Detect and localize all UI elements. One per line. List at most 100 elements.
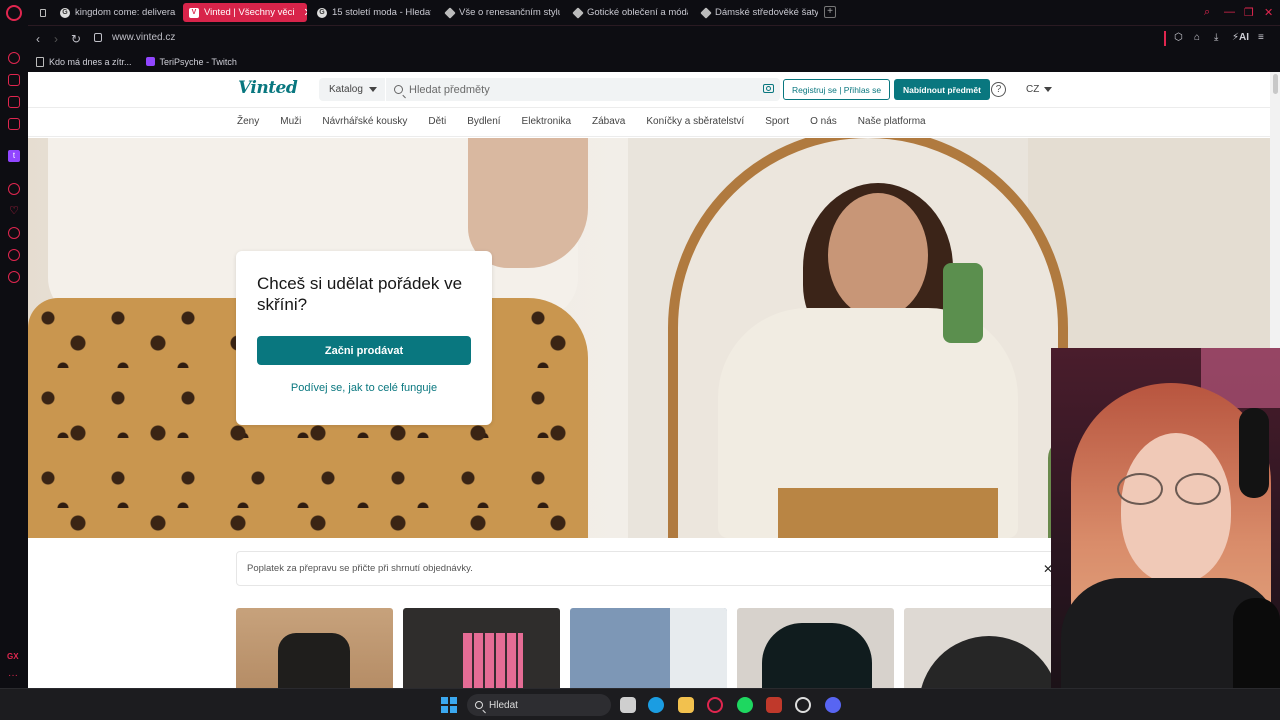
tab-kingdom-come[interactable]: G kingdom come: deliveranc [54,3,176,22]
page-icon [36,56,44,67]
start-selling-button[interactable]: Začni prodávat [257,336,471,365]
workspace-icon[interactable] [34,3,52,22]
tab-title: Gotické oblečení a móda a [587,7,688,18]
gx-label: GX [7,652,19,661]
nav-bydleni[interactable]: Bydlení [467,116,500,127]
twitch-icon[interactable]: t [8,150,20,162]
menu-icon[interactable]: ≡ [1258,32,1264,43]
task-view-icon[interactable] [620,697,636,713]
bookmark-kdo-ma-dnes[interactable]: Kdo má dnes a zítr... [36,56,132,67]
item-card[interactable] [236,608,393,688]
news-icon[interactable] [8,118,20,130]
forward-icon[interactable]: › [54,32,58,46]
obs-icon[interactable] [795,697,811,713]
nav-designer[interactable]: Návrhářské kousky [322,116,407,127]
opera-gx-icon[interactable] [707,697,723,713]
nav-sport[interactable]: Sport [765,116,789,127]
lock-icon [94,33,102,42]
site-icon [572,6,584,19]
taskbar: Hledat [0,688,1280,720]
search-icon [475,701,483,709]
download-icon[interactable]: ⤓ [1214,32,1218,43]
messenger-icon[interactable] [8,249,20,261]
hero-face [828,193,928,318]
tab-title: Vinted | Všechny věci [204,7,295,18]
player-icon[interactable] [8,183,20,195]
tab-damske-saty[interactable]: Dámské středověké šaty - [696,3,818,22]
scrollbar-thumb[interactable] [1273,74,1278,94]
close-window-icon[interactable]: ✕ [1264,6,1273,19]
nav-muzi[interactable]: Muži [280,116,301,127]
help-icon[interactable]: ? [991,82,1006,97]
minimize-icon[interactable]: — [1224,6,1235,18]
item-card[interactable] [737,608,894,688]
nav-konicky[interactable]: Koníčky a sběratelství [646,116,744,127]
nav-elektronika[interactable]: Elektronika [522,116,571,127]
tab-goticke[interactable]: Gotické oblečení a móda a [568,3,688,22]
sell-item-button[interactable]: Nabídnout předmět [894,79,990,100]
maximize-icon[interactable]: ❐ [1244,6,1254,19]
new-tab-button[interactable]: + [824,6,836,18]
reload-icon[interactable]: ↻ [71,32,81,46]
taskbar-search[interactable]: Hledat [467,694,611,716]
bookmarks-bar: Kdo má dnes a zítr... TeriPsyche - Twitc… [28,51,1280,72]
hero-title: Chceš si udělat pořádek ve skříni? [257,274,463,314]
tab-vinted[interactable]: V Vinted | Všechny věci ✕ [183,3,307,22]
tab-15-stoleti[interactable]: G 15 století moda - Hledat G [311,3,431,22]
bag-icon[interactable] [8,74,20,86]
history-icon[interactable] [8,227,20,239]
back-icon[interactable]: ‹ [36,32,40,46]
heart-icon[interactable]: ♡ [8,205,20,217]
voicemeeter-icon[interactable] [766,697,782,713]
register-login-button[interactable]: Registruj se | Přihlas se [783,79,891,100]
extensions-icon[interactable]: ⬡ [1174,32,1183,43]
gx-control-icon[interactable] [8,52,20,64]
discord-icon[interactable] [825,697,841,713]
vinted-logo[interactable]: Vinted [238,78,298,98]
tab-title: 15 století moda - Hledat G [332,7,431,18]
edge-icon[interactable] [648,697,664,713]
ai-button[interactable]: ⚡AI [1232,32,1249,43]
nav-nase-platforma[interactable]: Naše platforma [858,116,926,127]
accent-divider [1164,31,1166,46]
close-tab-icon[interactable]: ✕ [303,6,307,19]
more-dots-icon[interactable]: ··· [8,670,18,681]
hero-phone [943,263,983,343]
nav-deti[interactable]: Děti [428,116,446,127]
chevron-down-icon [1044,87,1053,92]
item-card[interactable] [403,608,560,688]
nav-o-nas[interactable]: O nás [810,116,837,127]
camera-icon[interactable] [763,84,774,93]
site-icon [444,6,456,19]
vinted-icon: V [189,7,199,18]
language-selector[interactable]: CZ [1026,84,1053,95]
site-icon [700,6,712,19]
spotify-icon[interactable] [737,697,753,713]
opera-logo-icon[interactable] [6,5,22,21]
windows-start-icon[interactable] [441,697,457,713]
search-input[interactable] [409,83,739,96]
folder-icon[interactable] [678,697,694,713]
address-bar: ‹ › ↻ www.vinted.cz ⬡ ⌂ ⤓ ⚡AI ≡ [28,25,1280,51]
url-field[interactable]: www.vinted.cz [112,32,175,43]
item-grid [236,608,1061,688]
tab-title: kingdom come: deliveranc [75,7,176,18]
tab-title: Dámské středověké šaty - [715,7,818,18]
gx-sidebar: t ♡ GX ··· [0,0,28,688]
settings-icon[interactable] [8,271,20,283]
google-icon: G [317,7,327,18]
catalog-dropdown[interactable]: Katalog [319,78,385,101]
search-tabs-icon[interactable]: ⌕ [1204,6,1210,19]
how-it-works-link[interactable]: Podívej se, jak to celé funguje [257,382,471,394]
account-icon[interactable]: ⌂ [1194,32,1200,43]
shipping-notice: Poplatek za přepravu se přičte při shrnu… [236,551,1056,586]
search-bar [386,78,780,101]
item-card[interactable] [904,608,1061,688]
nav-zabava[interactable]: Zábava [592,116,625,127]
gx-corner-icon[interactable] [8,96,20,108]
bookmark-teripsyche[interactable]: TeriPsyche - Twitch [145,57,237,67]
nav-zeny[interactable]: Ženy [237,116,259,127]
tab-renesance[interactable]: Vše o renesančním stylu o [440,3,560,22]
tab-bar: G kingdom come: deliveranc V Vinted | Vš… [28,0,1280,25]
item-card[interactable] [570,608,727,688]
